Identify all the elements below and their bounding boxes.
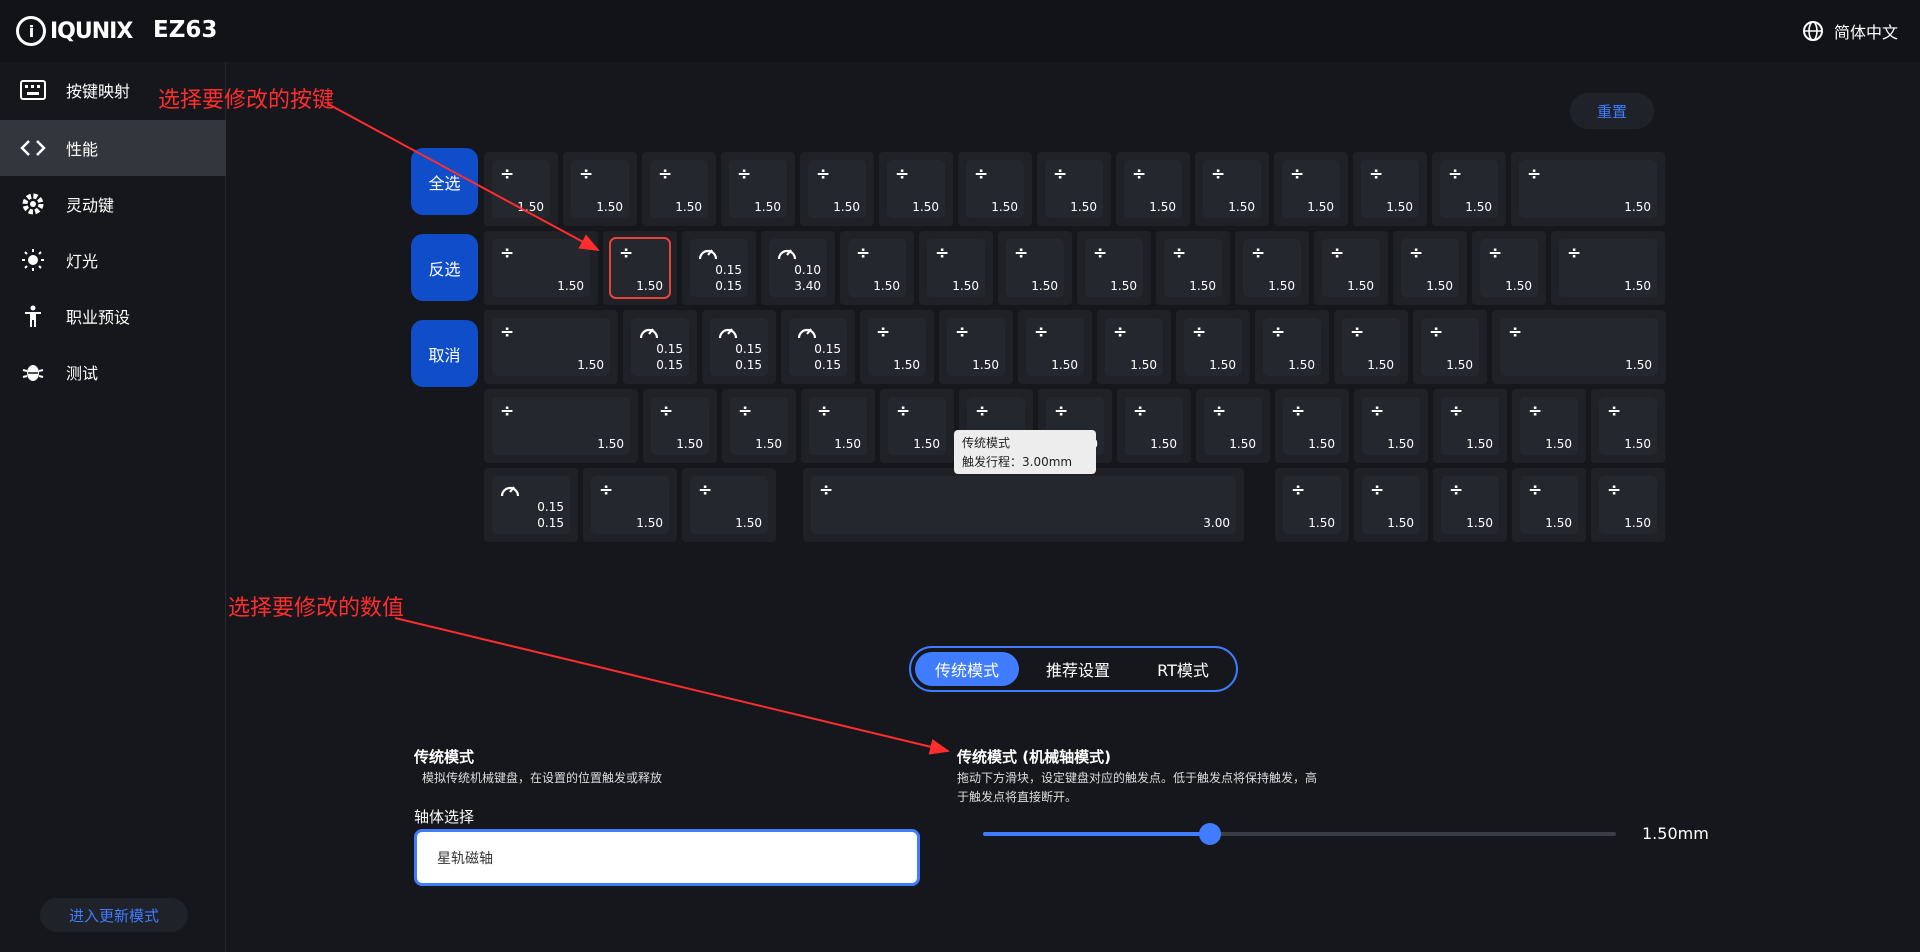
annotation-arrows — [327, 103, 950, 755]
annotation-arrow-to-value — [394, 617, 950, 755]
annotation-arrow-to-key — [327, 103, 600, 251]
